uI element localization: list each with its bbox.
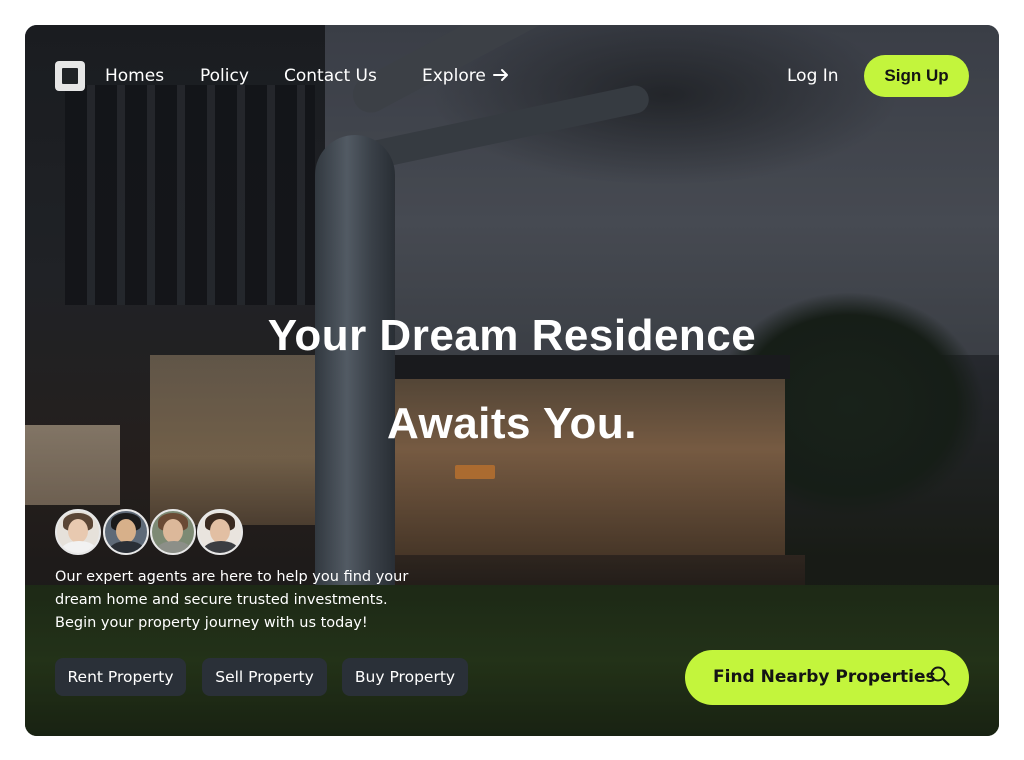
agent-avatars <box>55 509 255 557</box>
hero-headline-line2: Awaits You. <box>386 399 637 448</box>
hero-description: Our expert agents are here to help you f… <box>55 566 445 635</box>
rent-property-button[interactable]: Rent Property <box>55 658 186 696</box>
description-line: Begin your property journey with us toda… <box>55 615 368 631</box>
signup-button[interactable]: Sign Up <box>864 55 969 97</box>
login-link[interactable]: Log In <box>787 66 839 86</box>
find-nearby-label: Find Nearby Properties <box>713 667 936 687</box>
top-nav: Homes Policy Contact Us Explore Log In S… <box>25 25 999 125</box>
find-nearby-properties-button[interactable]: Find Nearby Properties <box>685 650 969 705</box>
nav-contact-link[interactable]: Contact Us <box>284 66 377 86</box>
hero-headline-line1: Your Dream Residence <box>267 311 757 360</box>
square-logo-icon[interactable] <box>55 61 85 91</box>
nav-homes-link[interactable]: Homes <box>105 66 164 86</box>
search-icon <box>930 666 950 686</box>
sell-property-button[interactable]: Sell Property <box>202 658 327 696</box>
avatar <box>103 509 149 555</box>
nav-policy-link[interactable]: Policy <box>200 66 249 86</box>
buy-property-button[interactable]: Buy Property <box>342 658 468 696</box>
arrow-right-icon[interactable] <box>491 65 511 85</box>
avatar <box>150 509 196 555</box>
description-line: Our expert agents are here to help you f… <box>55 569 409 585</box>
nav-explore-link[interactable]: Explore <box>422 66 486 86</box>
avatar <box>55 509 101 555</box>
avatar <box>197 509 243 555</box>
description-line: dream home and secure trusted investment… <box>55 592 388 608</box>
hero-section: Homes Policy Contact Us Explore Log In S… <box>25 25 999 736</box>
